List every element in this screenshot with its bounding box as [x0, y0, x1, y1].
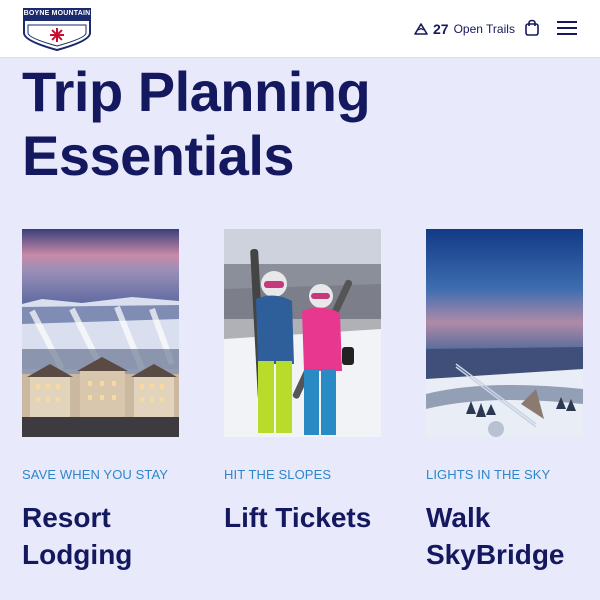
resort-lodging-image: [22, 229, 179, 437]
lift-tickets-image: [224, 229, 381, 437]
hamburger-menu-icon: [557, 21, 577, 35]
shopping-bag-icon: [525, 19, 539, 36]
card-eyebrow: HIT THE SLOPES: [224, 467, 332, 482]
site-header: BOYNE MOUNTAIN 27 Open Trails: [0, 0, 600, 58]
page-title: Trip Planning Essentials: [22, 60, 371, 187]
open-trails-label: Open Trails: [453, 22, 515, 36]
card-eyebrow: SAVE WHEN YOU STAY: [22, 467, 169, 482]
card-title[interactable]: Resort Lodging: [22, 499, 192, 573]
card-title[interactable]: Lift Tickets: [224, 499, 394, 536]
card-lift-tickets[interactable]: HIT THE SLOPES Lift Tickets: [224, 229, 381, 533]
shopping-bag-button[interactable]: [524, 19, 540, 37]
mountain-icon: [414, 23, 428, 35]
card-walk-skybridge[interactable]: LIGHTS IN THE SKY Walk SkyBridge: [426, 229, 583, 570]
boyne-mountain-logo[interactable]: BOYNE MOUNTAIN: [22, 7, 92, 52]
card-resort-lodging[interactable]: SAVE WHEN YOU STAY Resort Lodging: [22, 229, 179, 570]
menu-button[interactable]: [557, 20, 577, 36]
open-trails-link[interactable]: 27 Open Trails: [414, 19, 515, 39]
open-trails-count: 27: [433, 21, 449, 37]
card-eyebrow: LIGHTS IN THE SKY: [426, 467, 551, 482]
logo-text: BOYNE MOUNTAIN: [23, 10, 91, 17]
skybridge-image: [426, 229, 583, 437]
card-title[interactable]: Walk SkyBridge: [426, 499, 596, 573]
